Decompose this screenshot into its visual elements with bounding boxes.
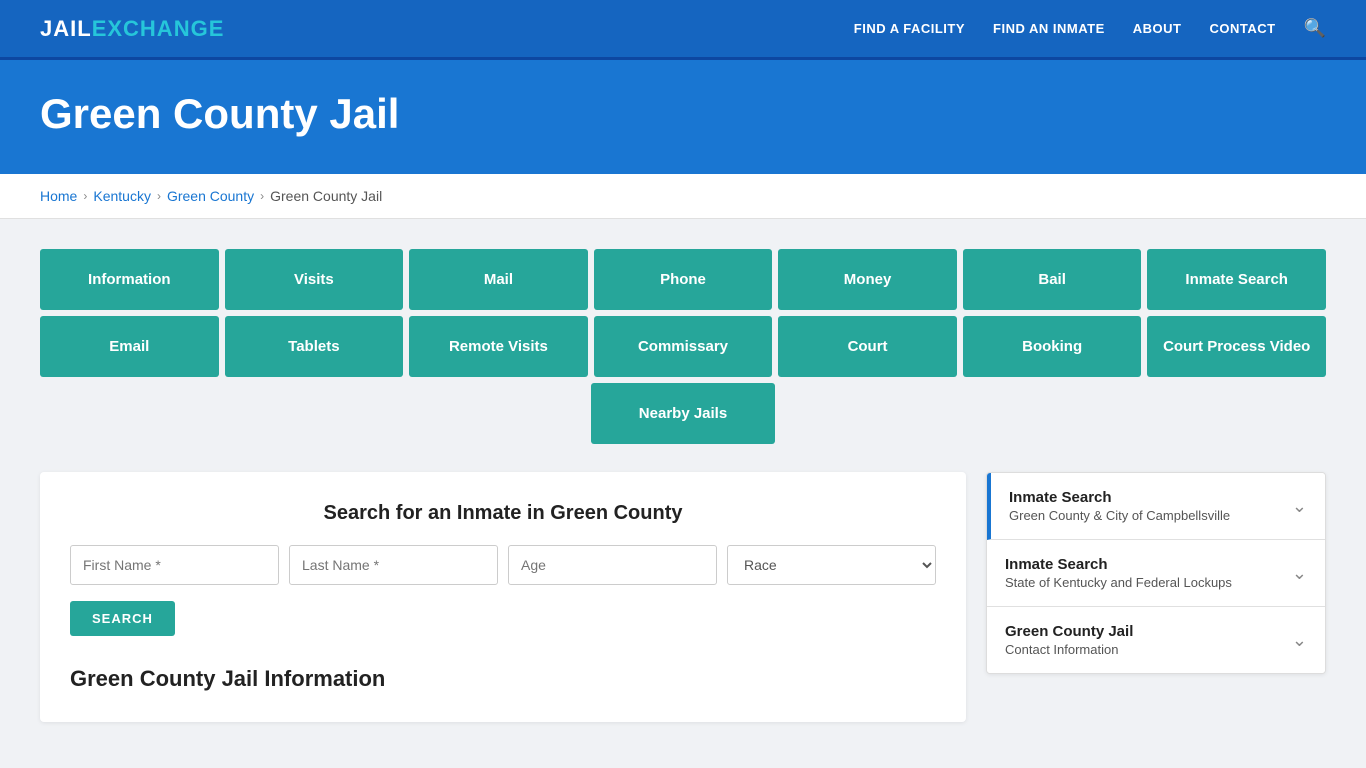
search-panel: Search for an Inmate in Green County Rac… <box>40 472 966 722</box>
tile-court[interactable]: Court <box>778 316 957 377</box>
sidebar-item-0[interactable]: Inmate Search Green County & City of Cam… <box>987 473 1325 540</box>
nav-about[interactable]: ABOUT <box>1133 20 1182 38</box>
nav-contact[interactable]: CONTACT <box>1209 20 1275 38</box>
section-title: Green County Jail Information <box>70 666 385 691</box>
hero-section: Green County Jail <box>0 60 1366 174</box>
breadcrumb-green-county[interactable]: Green County <box>167 188 254 204</box>
search-title: Search for an Inmate in Green County <box>70 502 936 525</box>
sidebar-item-title-0: Inmate Search <box>1009 489 1230 506</box>
tile-court-process-video[interactable]: Court Process Video <box>1147 316 1326 377</box>
section-title-container: Green County Jail Information <box>70 666 936 692</box>
tile-commissary[interactable]: Commissary <box>594 316 773 377</box>
search-form: Race White Black Hispanic Asian Other <box>70 545 936 585</box>
sidebar-item-title-2: Green County Jail <box>1005 623 1133 640</box>
chevron-down-icon-1: ⌄ <box>1292 563 1307 584</box>
tile-information[interactable]: Information <box>40 249 219 310</box>
breadcrumb-kentucky[interactable]: Kentucky <box>93 188 151 204</box>
logo-jail: JAIL <box>40 16 92 41</box>
nav-find-inmate[interactable]: FIND AN INMATE <box>993 20 1105 38</box>
chevron-down-icon-0: ⌄ <box>1292 496 1307 517</box>
tile-mail[interactable]: Mail <box>409 249 588 310</box>
age-input[interactable] <box>508 545 717 585</box>
search-icon-nav[interactable]: 🔍 <box>1304 18 1326 39</box>
tile-money[interactable]: Money <box>778 249 957 310</box>
breadcrumb-bar: Home › Kentucky › Green County › Green C… <box>0 174 1366 219</box>
tile-grid-row1: Information Visits Mail Phone Money Bail… <box>40 249 1326 310</box>
sidebar: Inmate Search Green County & City of Cam… <box>986 472 1326 674</box>
chevron-down-icon-2: ⌄ <box>1292 630 1307 651</box>
tile-email[interactable]: Email <box>40 316 219 377</box>
tile-tablets[interactable]: Tablets <box>225 316 404 377</box>
tile-inmate-search[interactable]: Inmate Search <box>1147 249 1326 310</box>
logo[interactable]: JAILEXCHANGE <box>40 16 224 42</box>
sidebar-item-subtitle-2: Contact Information <box>1005 642 1133 657</box>
last-name-input[interactable] <box>289 545 498 585</box>
tile-grid-row3: Nearby Jails <box>40 383 1326 444</box>
tile-booking[interactable]: Booking <box>963 316 1142 377</box>
sidebar-item-subtitle-1: State of Kentucky and Federal Lockups <box>1005 575 1232 590</box>
breadcrumb: Home › Kentucky › Green County › Green C… <box>40 188 1326 204</box>
first-name-input[interactable] <box>70 545 279 585</box>
race-select[interactable]: Race White Black Hispanic Asian Other <box>727 545 936 585</box>
breadcrumb-current: Green County Jail <box>270 188 382 204</box>
navbar: JAILEXCHANGE FIND A FACILITY FIND AN INM… <box>0 0 1366 60</box>
tile-visits[interactable]: Visits <box>225 249 404 310</box>
breadcrumb-sep-2: › <box>157 189 161 203</box>
tile-nearby-jails[interactable]: Nearby Jails <box>591 383 775 444</box>
tile-grid-row2: Email Tablets Remote Visits Commissary C… <box>40 316 1326 377</box>
nav-find-facility[interactable]: FIND A FACILITY <box>854 20 965 38</box>
tile-remote-visits[interactable]: Remote Visits <box>409 316 588 377</box>
sidebar-item-1[interactable]: Inmate Search State of Kentucky and Fede… <box>987 540 1325 607</box>
search-button[interactable]: SEARCH <box>70 601 175 636</box>
sidebar-item-subtitle-0: Green County & City of Campbellsville <box>1009 508 1230 523</box>
logo-exchange: EXCHANGE <box>92 16 225 41</box>
page-title: Green County Jail <box>40 90 1326 138</box>
sidebar-item-2[interactable]: Green County Jail Contact Information ⌄ <box>987 607 1325 673</box>
breadcrumb-sep-1: › <box>83 189 87 203</box>
tile-bail[interactable]: Bail <box>963 249 1142 310</box>
breadcrumb-sep-3: › <box>260 189 264 203</box>
breadcrumb-home[interactable]: Home <box>40 188 77 204</box>
tile-phone[interactable]: Phone <box>594 249 773 310</box>
nav-links: FIND A FACILITY FIND AN INMATE ABOUT CON… <box>854 18 1326 39</box>
sidebar-item-title-1: Inmate Search <box>1005 556 1232 573</box>
lower-section: Search for an Inmate in Green County Rac… <box>40 472 1326 722</box>
main-content: Information Visits Mail Phone Money Bail… <box>0 219 1366 752</box>
